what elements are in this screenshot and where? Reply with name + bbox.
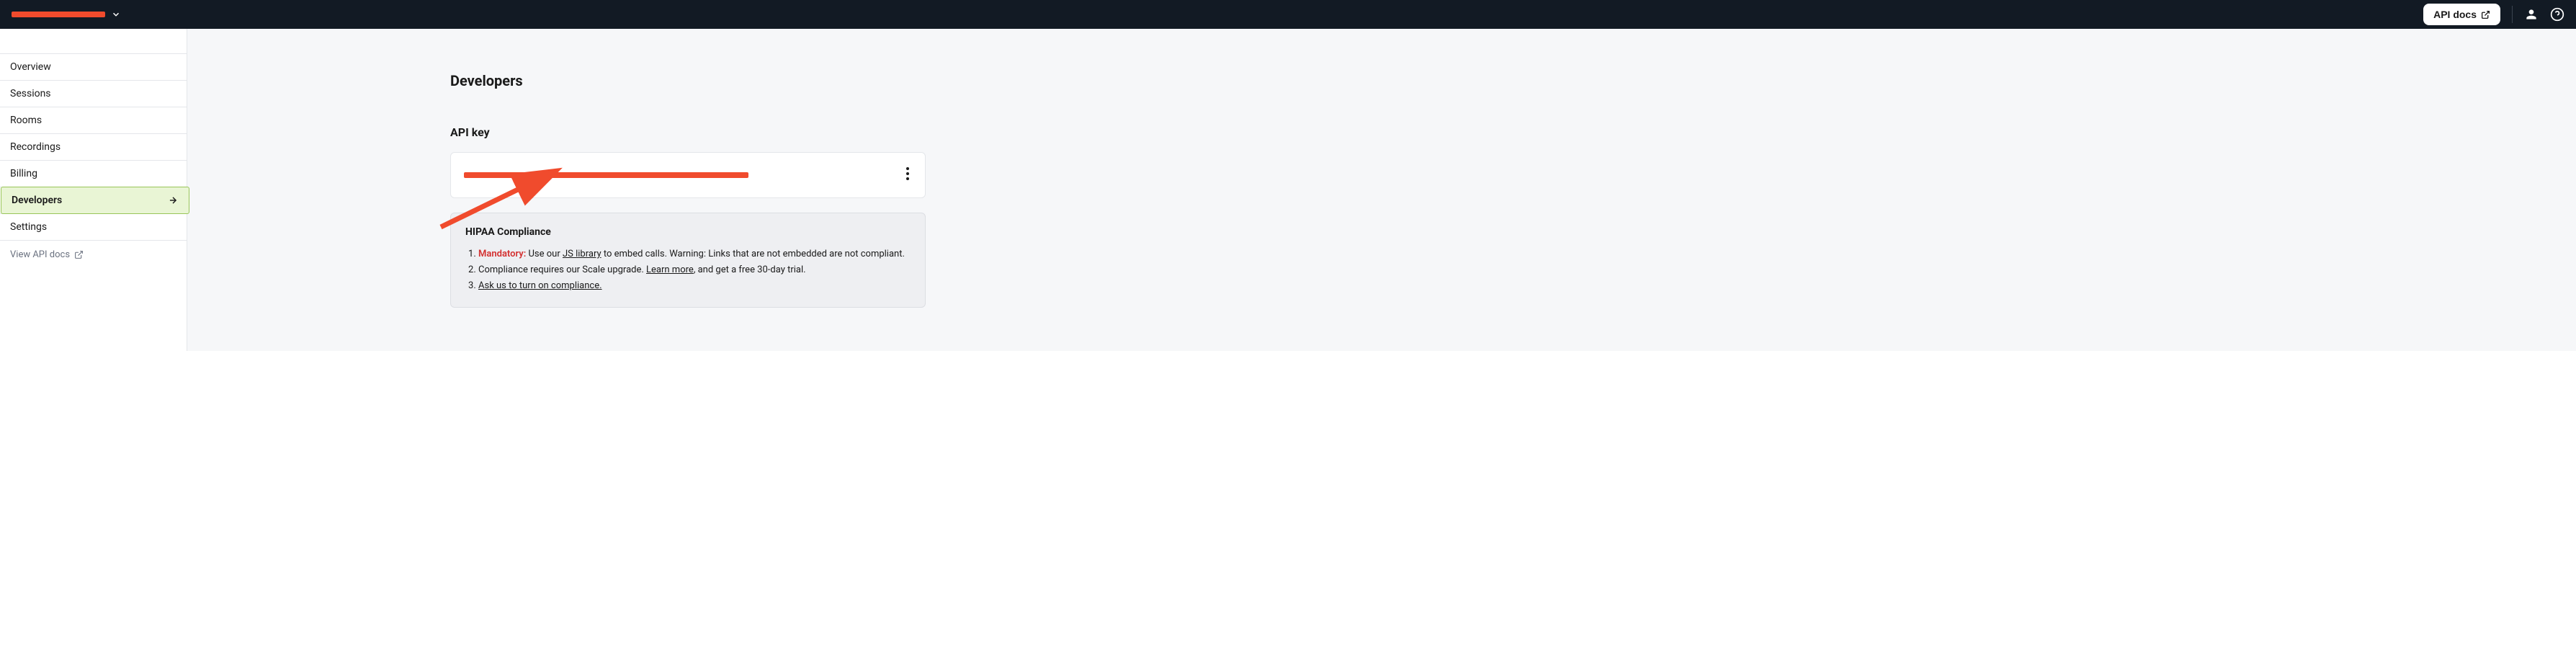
learn-more-link[interactable]: Learn more bbox=[646, 264, 694, 275]
chevron-down-icon bbox=[111, 9, 121, 19]
sidebar-item-developers[interactable]: Developers bbox=[1, 187, 189, 214]
compliance-item-1: Mandatory: Use our JS library to embed c… bbox=[478, 246, 911, 262]
compliance-text: , and get a free 30-day trial. bbox=[694, 264, 806, 275]
compliance-text: to embed calls. Warning: Links that are … bbox=[601, 249, 905, 259]
sidebar-item-label: Settings bbox=[10, 221, 47, 233]
help-icon[interactable] bbox=[2550, 7, 2564, 22]
org-switcher[interactable] bbox=[12, 9, 121, 19]
compliance-text: Compliance requires our Scale upgrade. bbox=[478, 264, 646, 275]
sidebar-item-label: Billing bbox=[10, 168, 37, 179]
external-link-icon bbox=[2481, 10, 2490, 19]
sidebar-item-label: Recordings bbox=[10, 141, 61, 153]
content-wrapper: Developers API key HIPAA Compliance Mand… bbox=[450, 72, 926, 308]
org-name-redacted bbox=[12, 12, 105, 17]
compliance-item-3: Ask us to turn on compliance. bbox=[478, 278, 911, 294]
sidebar-item-settings[interactable]: Settings bbox=[0, 213, 187, 241]
user-icon[interactable] bbox=[2524, 7, 2539, 22]
main-content: Developers API key HIPAA Compliance Mand… bbox=[187, 29, 2576, 351]
page-title: Developers bbox=[450, 72, 926, 89]
sidebar-item-recordings[interactable]: Recordings bbox=[0, 133, 187, 161]
sidebar-item-label: Developers bbox=[12, 195, 62, 206]
sidebar-item-label: Sessions bbox=[10, 88, 51, 99]
topbar: API docs bbox=[0, 0, 2576, 29]
sidebar: Overview Sessions Rooms Recordings Billi… bbox=[0, 29, 187, 351]
view-api-docs-link[interactable]: View API docs bbox=[0, 241, 187, 269]
view-api-docs-label: View API docs bbox=[10, 249, 70, 260]
api-key-section-title: API key bbox=[450, 125, 926, 139]
api-key-more-button[interactable] bbox=[903, 164, 912, 186]
mandatory-label: Mandatory: bbox=[478, 249, 526, 259]
sidebar-item-billing[interactable]: Billing bbox=[0, 160, 187, 187]
compliance-list: Mandatory: Use our JS library to embed c… bbox=[465, 246, 911, 294]
api-docs-button[interactable]: API docs bbox=[2423, 4, 2500, 25]
compliance-text: Use our bbox=[526, 249, 563, 259]
js-library-link[interactable]: JS library bbox=[563, 249, 601, 259]
topbar-right: API docs bbox=[2423, 4, 2564, 25]
sidebar-item-label: Rooms bbox=[10, 115, 42, 126]
external-link-icon bbox=[74, 250, 84, 259]
compliance-title: HIPAA Compliance bbox=[465, 226, 911, 238]
more-vertical-icon bbox=[906, 167, 909, 180]
sidebar-item-label: Overview bbox=[10, 61, 51, 73]
arrow-right-icon bbox=[167, 195, 179, 205]
api-key-box bbox=[450, 152, 926, 198]
sidebar-item-overview[interactable]: Overview bbox=[0, 53, 187, 81]
sidebar-item-sessions[interactable]: Sessions bbox=[0, 80, 187, 107]
api-key-redacted bbox=[464, 172, 748, 178]
ask-compliance-link[interactable]: Ask us to turn on compliance. bbox=[478, 280, 602, 291]
compliance-item-2: Compliance requires our Scale upgrade. L… bbox=[478, 262, 911, 278]
compliance-box: HIPAA Compliance Mandatory: Use our JS l… bbox=[450, 213, 926, 308]
divider bbox=[2512, 6, 2513, 23]
api-docs-label: API docs bbox=[2433, 9, 2477, 20]
sidebar-item-rooms[interactable]: Rooms bbox=[0, 107, 187, 134]
layout: Overview Sessions Rooms Recordings Billi… bbox=[0, 29, 2576, 351]
